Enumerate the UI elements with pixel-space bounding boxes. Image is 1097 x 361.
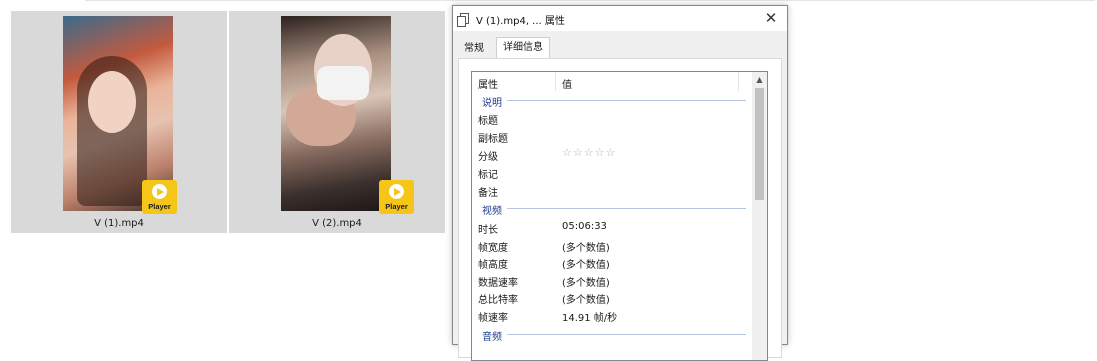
play-icon [152, 184, 167, 199]
player-badge-icon: Player [142, 180, 177, 214]
tab-general[interactable]: 常规 [458, 39, 490, 58]
file-item-v1[interactable]: Player V (1).mp4 [11, 11, 227, 233]
property-row[interactable]: 副标题 [472, 127, 754, 145]
properties-icon [457, 13, 469, 27]
video-thumbnail [281, 16, 391, 211]
dialog-title: V (1).mp4, ... 属性 [476, 16, 565, 27]
property-row[interactable]: 时长 05:06:33 [472, 218, 754, 236]
close-button[interactable]: ✕ [755, 6, 787, 31]
player-badge-icon: Player [379, 180, 414, 214]
details-panel: 属性 值 说明 标题 副标题 分级 ☆☆☆☆☆ 标记 备注 视频 时长 05:0… [458, 58, 782, 361]
file-name: V (1).mp4 [94, 218, 144, 229]
properties-dialog: V (1).mp4, ... 属性 ✕ 常规 详细信息 属性 值 说明 标题 副… [452, 5, 788, 361]
property-row[interactable]: 备注 [472, 181, 754, 199]
play-icon [389, 184, 404, 199]
window-top-border [85, 0, 1095, 1]
tab-details[interactable]: 详细信息 [496, 37, 550, 59]
scrollbar-thumb[interactable] [755, 88, 764, 200]
player-badge-label: Player [385, 202, 408, 211]
property-row[interactable]: 数据速率 (多个数值) [472, 271, 754, 289]
list-header: 属性 值 [472, 72, 754, 91]
property-row[interactable]: 帧宽度 (多个数值) [472, 236, 754, 254]
property-row[interactable]: 分级 ☆☆☆☆☆ [472, 145, 754, 163]
rating-stars-icon[interactable]: ☆☆☆☆☆ [562, 146, 616, 159]
property-row[interactable]: 总比特率 (多个数值) [472, 288, 754, 306]
column-header-property[interactable]: 属性 [478, 76, 498, 91]
scroll-up-icon[interactable]: ▲ [752, 72, 767, 87]
group-header-video[interactable]: 视频 [472, 200, 754, 217]
file-item-v2[interactable]: Player V (2).mp4 [229, 11, 445, 233]
file-name: V (2).mp4 [312, 218, 362, 229]
property-row[interactable]: 标题 [472, 109, 754, 127]
dialog-titlebar[interactable]: V (1).mp4, ... 属性 ✕ [453, 6, 787, 31]
vertical-scrollbar[interactable]: ▲ [752, 72, 767, 360]
property-row[interactable]: 帧高度 (多个数值) [472, 253, 754, 271]
property-row[interactable]: 标记 [472, 163, 754, 181]
player-badge-label: Player [148, 202, 171, 211]
column-header-value[interactable]: 值 [562, 76, 572, 91]
property-row[interactable]: 帧速率 14.91 帧/秒 [472, 306, 754, 324]
properties-list[interactable]: 属性 值 说明 标题 副标题 分级 ☆☆☆☆☆ 标记 备注 视频 时长 05:0… [471, 71, 768, 361]
group-header-description[interactable]: 说明 [472, 92, 754, 109]
